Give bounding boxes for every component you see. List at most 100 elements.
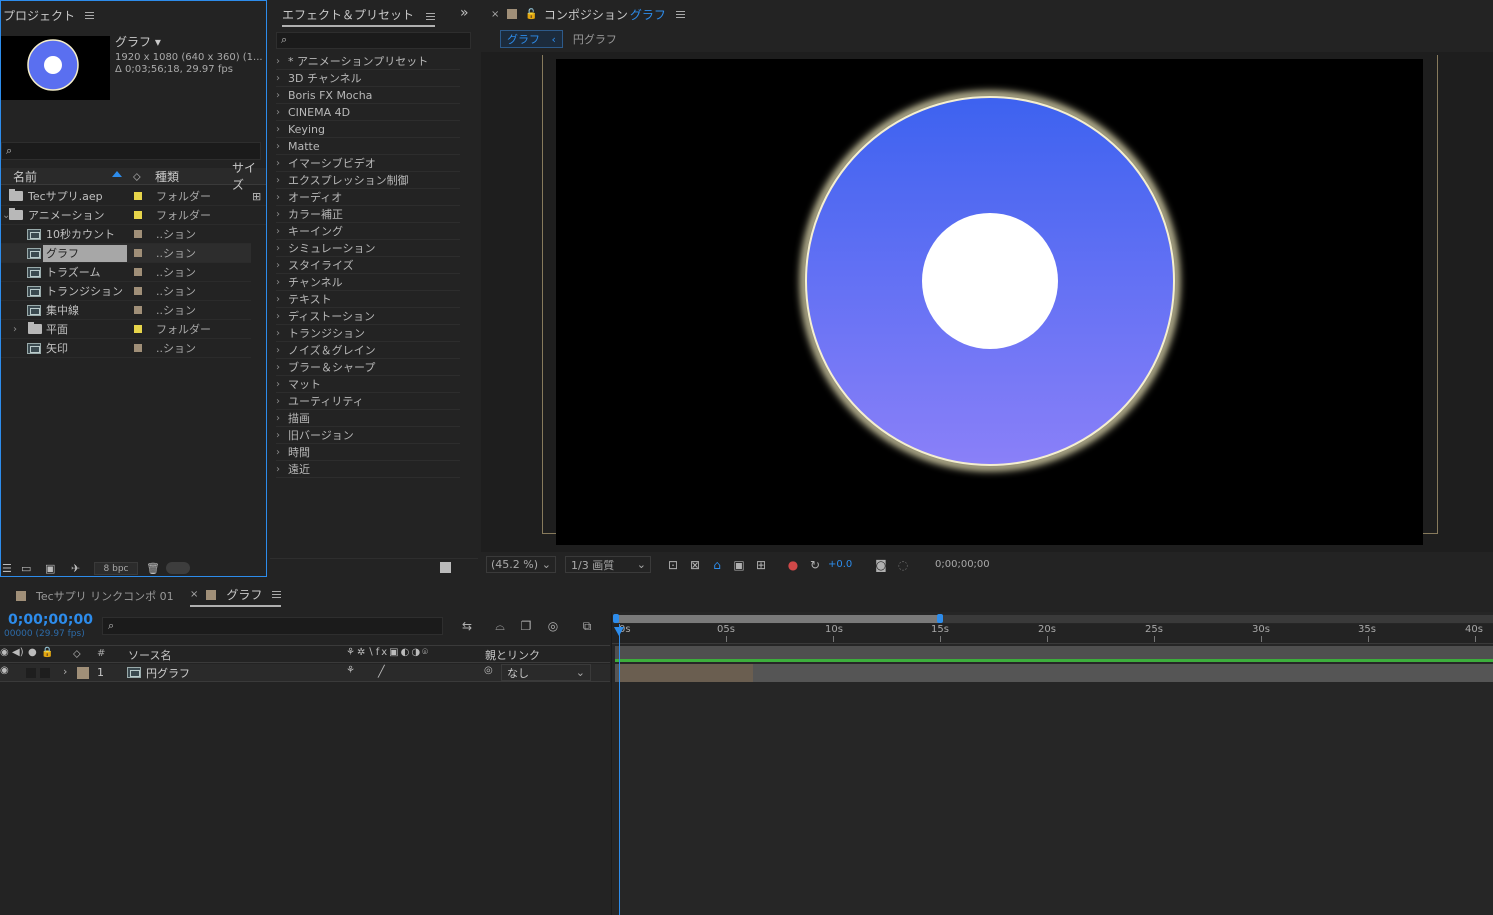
viewer-area[interactable]	[481, 52, 1493, 552]
work-area-range[interactable]	[615, 615, 938, 623]
project-item[interactable]: 矢印 ..ション	[1, 339, 251, 358]
layer-name[interactable]: 円グラフ	[146, 665, 190, 681]
label-swatch[interactable]	[134, 306, 142, 314]
effect-category[interactable]: › Matte	[276, 138, 460, 155]
label-tag-icon[interactable]: ⬦	[133, 170, 141, 184]
effect-category[interactable]: › スタイライズ	[276, 257, 460, 274]
label-tag-icon[interactable]: ⬦	[73, 647, 81, 661]
zoom-dropdown[interactable]: (45.2 %) ⌄	[486, 556, 556, 573]
mask-path-icon[interactable]: ⌂	[710, 558, 724, 572]
snapshot-icon[interactable]: ◙	[874, 558, 888, 572]
close-icon[interactable]: ×	[491, 9, 499, 20]
show-snapshot-icon[interactable]: ◌	[896, 558, 910, 572]
label-swatch[interactable]	[134, 268, 142, 276]
close-icon[interactable]: ×	[190, 589, 198, 600]
effects-menu-icon[interactable]	[425, 12, 435, 20]
project-search-input[interactable]: ⌕	[1, 142, 261, 160]
project-menu-icon[interactable]	[85, 11, 95, 19]
effect-category[interactable]: › ユーティリティ	[276, 393, 460, 410]
effect-category[interactable]: › 遠近	[276, 461, 460, 478]
breadcrumb-next[interactable]: 円グラフ	[573, 31, 617, 47]
timeline-tab-1[interactable]: Tecサプリ リンクコンポ 01	[16, 588, 174, 604]
effect-category[interactable]: › マット	[276, 376, 460, 393]
effect-category[interactable]: › エクスプレッション制御	[276, 172, 460, 189]
effect-category[interactable]: › テキスト	[276, 291, 460, 308]
preview-name[interactable]: グラフ ▾	[115, 33, 263, 50]
solo-icon[interactable]: ●	[28, 647, 37, 658]
effect-category[interactable]: › チャンネル	[276, 274, 460, 291]
layer-row[interactable]: ◉ › 1 円グラフ ⚘ ╱ ◎ なし ⌄	[0, 664, 610, 682]
effect-category[interactable]: › 3D チャンネル	[276, 70, 460, 87]
trash-icon[interactable]: 🗑	[146, 562, 160, 575]
column-parent-link[interactable]: 親とリンク	[485, 647, 540, 663]
transparency-grid-icon[interactable]: ⊠	[688, 558, 702, 572]
playhead-handle[interactable]	[614, 627, 624, 636]
composition-flowchart-icon[interactable]: ⇆	[460, 619, 474, 633]
frame-blending-icon[interactable]: ❐	[519, 619, 533, 633]
label-swatch[interactable]	[134, 287, 142, 295]
project-item[interactable]: Tecサプリ.aep フォルダー ⊞	[1, 187, 266, 206]
audio-icon[interactable]: ◀)	[12, 647, 24, 658]
new-folder-icon[interactable]: ▭	[21, 562, 31, 575]
composition-menu-icon[interactable]	[675, 10, 685, 18]
playhead[interactable]	[619, 624, 620, 915]
effect-category[interactable]: › 時間	[276, 444, 460, 461]
effect-category[interactable]: › 描画	[276, 410, 460, 427]
effects-search-input[interactable]: ⌕	[276, 32, 471, 49]
visibility-eye-icon[interactable]: ◉	[0, 665, 9, 676]
project-item[interactable]: 10秒カウント ..ション	[1, 225, 251, 244]
project-item[interactable]: 集中線 ..ション	[1, 301, 251, 320]
label-swatch[interactable]	[134, 249, 142, 257]
label-swatch[interactable]	[134, 192, 142, 200]
work-area-start-handle[interactable]	[613, 614, 619, 623]
effect-category[interactable]: › 旧バージョン	[276, 427, 460, 444]
grid-guides-icon[interactable]: ⊞	[754, 558, 768, 572]
effect-category[interactable]: › キーイング	[276, 223, 460, 240]
timeline-timecode[interactable]: 0;00;00;00	[8, 612, 93, 628]
effect-category[interactable]: › ブラー＆シャープ	[276, 359, 460, 376]
chevron-right-icon[interactable]: ›	[63, 665, 67, 678]
quality-switch-icon[interactable]: ╱	[378, 665, 385, 678]
reset-exposure-icon[interactable]: ↻	[808, 558, 822, 572]
effect-category[interactable]: › Boris FX Mocha	[276, 87, 460, 104]
channels-icon[interactable]: ●	[786, 558, 800, 572]
timeline-track-area[interactable]	[611, 612, 1493, 915]
label-swatch[interactable]	[134, 325, 142, 333]
pickwhip-icon[interactable]: ◎	[484, 665, 493, 676]
effect-category[interactable]: › ディストーション	[276, 308, 460, 325]
eye-icon[interactable]: ◉	[0, 647, 9, 658]
lock-toggle[interactable]	[40, 668, 50, 678]
timeline-search-input[interactable]: ⌕	[102, 617, 443, 635]
new-preset-icon[interactable]	[440, 562, 451, 573]
work-area-bar[interactable]	[613, 614, 1493, 623]
effect-category[interactable]: › トランジション	[276, 325, 460, 342]
project-item[interactable]: ⌄ アニメーション フォルダー	[1, 206, 266, 225]
chevron-right-icon[interactable]: ›	[13, 324, 17, 335]
timeline-tab-2[interactable]: × グラフ	[190, 586, 282, 607]
column-type[interactable]: 種類	[155, 168, 179, 185]
timeline-menu-icon[interactable]	[272, 591, 282, 598]
label-swatch[interactable]	[134, 344, 142, 352]
region-of-interest-icon[interactable]: ▣	[732, 558, 746, 572]
effect-category[interactable]: › ノイズ＆グレイン	[276, 342, 460, 359]
effect-category[interactable]: › Keying	[276, 121, 460, 138]
column-name[interactable]: 名前	[13, 168, 37, 185]
layer-duration-bar[interactable]	[620, 664, 753, 682]
audio-toggle[interactable]	[26, 668, 36, 678]
lock-icon[interactable]: 🔒	[41, 647, 53, 658]
thumbnail-slider[interactable]	[166, 562, 190, 574]
motion-blur-icon[interactable]: ◎	[546, 619, 560, 633]
fast-preview-icon[interactable]: ⊡	[666, 558, 680, 572]
current-time-display[interactable]: 0;00;00;00	[935, 559, 990, 570]
effect-category[interactable]: › シミュレーション	[276, 240, 460, 257]
project-item[interactable]: トラズーム ..ション	[1, 263, 251, 282]
comp-canvas[interactable]	[556, 59, 1423, 545]
project-item[interactable]: › 平面 フォルダー	[1, 320, 251, 339]
exposure-value[interactable]: +0.0	[828, 559, 852, 570]
label-swatch[interactable]	[77, 667, 89, 679]
breadcrumb-active[interactable]: グラフ ‹	[500, 30, 563, 48]
effect-category[interactable]: › CINEMA 4D	[276, 104, 460, 121]
effect-category[interactable]: › オーディオ	[276, 189, 460, 206]
shy-switch-icon[interactable]: ⚘	[346, 665, 355, 676]
layer-track[interactable]	[615, 664, 1493, 682]
